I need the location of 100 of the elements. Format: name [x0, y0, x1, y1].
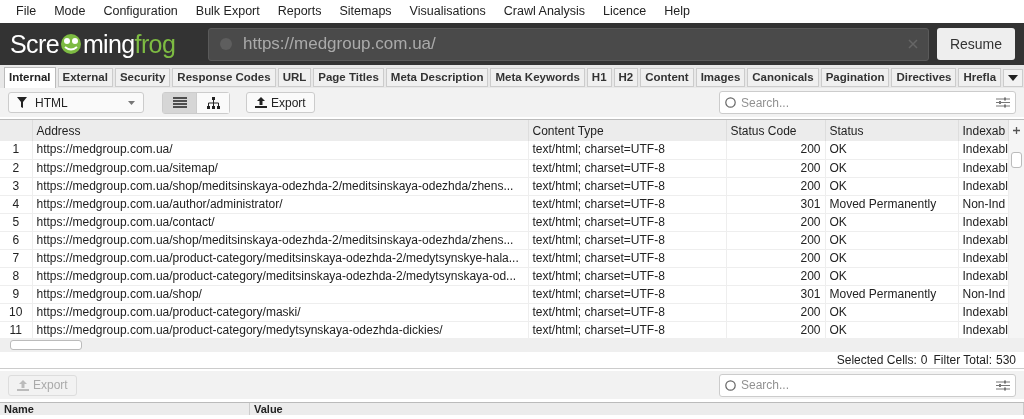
menu-item[interactable]: File [16, 2, 37, 21]
table-cell: Indexabl [962, 142, 1007, 157]
table-cell: 301 [800, 286, 821, 301]
menu-item[interactable]: Configuration [103, 2, 178, 21]
filter-total-count: 530 [995, 352, 1016, 368]
url-field[interactable]: https://medgroup.com.ua/ [208, 27, 929, 61]
column-header[interactable]: Indexab [958, 120, 1008, 141]
table-cell: text/html; charset=UTF-8 [532, 142, 665, 157]
table-cell: Indexabl [962, 232, 1007, 247]
selected-cells-count: 0 [920, 352, 928, 368]
table-cell: Moved Permanently [829, 286, 937, 301]
table-cell: Non-Ind [962, 196, 1006, 211]
settings-icon[interactable] [996, 379, 1010, 391]
table-cell: OK [829, 250, 847, 265]
table-cell: https://medgroup.com.ua/product-category/meditsinskaya-odezhda-2/medytsynskye-hala... [36, 250, 519, 265]
caret-icon [128, 100, 135, 105]
horizontal-scrollbar[interactable] [10, 340, 82, 350]
column-header[interactable]: Status [825, 120, 958, 141]
row-number: 8 [12, 268, 20, 283]
tab[interactable]: Directives [891, 68, 957, 87]
table-cell: Indexabl [962, 304, 1007, 319]
tab[interactable]: Hrefla [958, 68, 1002, 87]
table-cell: https://medgroup.com.ua/contact/ [36, 214, 215, 229]
menu-item[interactable]: Sitemaps [339, 2, 392, 21]
table-cell: Indexabl [962, 268, 1007, 283]
table-cell: OK [829, 304, 847, 319]
tab[interactable]: Response Codes [172, 68, 276, 87]
table-cell: https://medgroup.com.ua/author/administrator/ [36, 196, 283, 211]
settings-icon[interactable] [996, 97, 1010, 108]
table-cell: Indexabl [962, 250, 1007, 265]
export-button[interactable]: Export [246, 92, 315, 113]
tab[interactable]: Security [114, 68, 171, 87]
tree-view-button[interactable] [196, 92, 229, 113]
table-cell: 200 [800, 304, 821, 319]
table-cell: https://medgroup.com.ua/ [36, 142, 173, 157]
upload-icon [17, 379, 29, 391]
table-cell: Non-Ind [962, 286, 1006, 301]
filter-total-label: Filter Total: [933, 352, 992, 368]
tab[interactable]: Content [640, 68, 694, 87]
menu-item[interactable]: Help [664, 2, 690, 21]
menu-item[interactable]: Visualisations [409, 2, 486, 21]
table-cell: Indexabl [962, 322, 1007, 337]
row-number: 5 [12, 214, 20, 229]
add-column-icon[interactable] [1012, 127, 1020, 134]
table-cell: Indexabl [962, 178, 1007, 193]
list-icon [172, 97, 187, 108]
search-field[interactable]: Search... [719, 373, 1016, 397]
tab[interactable]: Meta Description [385, 68, 489, 87]
vertical-scrollbar[interactable] [1010, 152, 1022, 168]
tab[interactable]: External [57, 68, 113, 87]
menu-item[interactable]: Reports [277, 2, 322, 21]
column-header[interactable]: Value [250, 403, 1024, 415]
table-cell: OK [829, 214, 847, 229]
search-icon [725, 97, 736, 108]
tab[interactable]: Images [695, 68, 746, 87]
view-toggle[interactable] [162, 91, 230, 114]
row-number: 4 [12, 196, 20, 211]
table-cell: https://medgroup.com.ua/shop/meditsinskaya-odezhda-2/meditsinskaya-odezhda/zhens... [36, 232, 514, 247]
menu-item[interactable]: Crawl Analysis [503, 2, 586, 21]
tab[interactable]: Page Titles [313, 68, 384, 87]
table-cell: https://medgroup.com.ua/shop/meditsinskaya-odezhda-2/meditsinskaya-odezhda/zhens... [36, 178, 514, 193]
row-number: 1 [12, 142, 20, 157]
tab[interactable]: Canonicals [747, 68, 819, 87]
upload-icon [255, 97, 267, 108]
search-field[interactable]: Search... [719, 91, 1016, 114]
table-cell: text/html; charset=UTF-8 [532, 268, 665, 283]
tab[interactable]: URL [277, 68, 312, 87]
table-cell: text/html; charset=UTF-8 [532, 160, 665, 175]
filter-dropdown[interactable]: HTML [8, 92, 144, 113]
table-cell: https://medgroup.com.ua/shop/ [36, 286, 202, 301]
table-cell: 200 [800, 232, 821, 247]
row-number: 6 [12, 232, 20, 247]
resume-button[interactable]: Resume [937, 28, 1015, 60]
table-cell: 200 [800, 142, 821, 157]
column-header[interactable]: Content Type [528, 120, 726, 141]
tab[interactable]: H2 [613, 68, 639, 87]
selected-cells-label: Selected Cells: [836, 352, 917, 368]
tab[interactable]: Meta Keywords [490, 68, 585, 87]
table-cell: OK [829, 322, 847, 337]
menu-item[interactable]: Licence [603, 2, 647, 21]
column-header[interactable]: Name [0, 403, 250, 415]
search-icon [725, 379, 736, 391]
tab[interactable]: H1 [586, 68, 612, 87]
table-cell: text/html; charset=UTF-8 [532, 304, 665, 319]
column-header[interactable]: Status Code [726, 120, 825, 141]
filter-icon [17, 97, 27, 108]
menu-item[interactable]: Bulk Export [195, 2, 260, 21]
tabs-dropdown-button[interactable] [1003, 69, 1024, 87]
caret-icon [1008, 75, 1019, 81]
table-cell: 200 [800, 214, 821, 229]
tab[interactable]: Internal [4, 67, 56, 88]
column-header[interactable]: Address [32, 120, 528, 141]
menu-item[interactable]: Mode [54, 2, 86, 21]
row-number: 3 [12, 178, 20, 193]
table-cell: 200 [800, 322, 821, 337]
list-view-button[interactable] [163, 92, 196, 113]
tab[interactable]: Pagination [820, 68, 890, 87]
table-cell: https://medgroup.com.ua/sitemap/ [36, 160, 218, 175]
table-cell: OK [829, 178, 847, 193]
table-cell: OK [829, 160, 847, 175]
